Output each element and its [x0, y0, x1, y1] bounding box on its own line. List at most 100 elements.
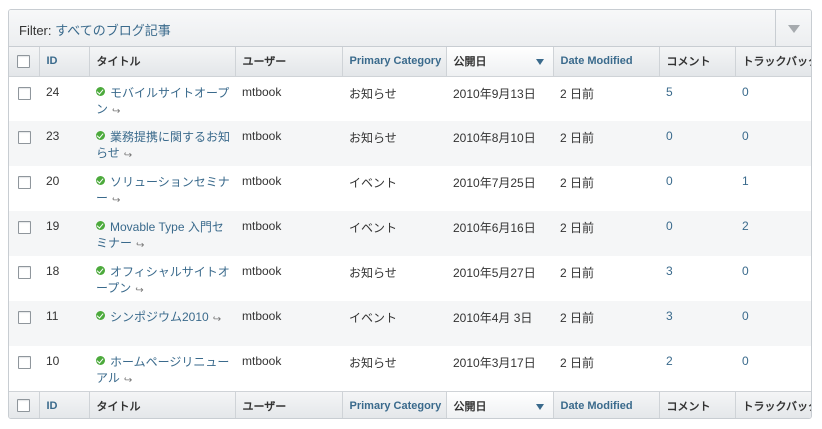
row-select-cell: [9, 121, 39, 166]
entry-comments-link[interactable]: 3: [666, 309, 673, 323]
entry-title-link[interactable]: オフィシャルサイトオープン: [96, 265, 230, 295]
column-header-title[interactable]: タイトル: [89, 47, 236, 77]
row-checkbox[interactable]: [17, 131, 31, 144]
select-all-footer: [9, 390, 40, 418]
column-header-trackbacks[interactable]: トラックバック: [735, 47, 811, 77]
filter-label: Filter: すべてのブログ記事: [19, 20, 171, 39]
entry-comments-link[interactable]: 0: [666, 219, 673, 233]
entry-trackbacks-cell: 2: [735, 211, 811, 256]
chevron-down-icon: [788, 25, 800, 33]
column-header-user[interactable]: ユーザー: [235, 47, 343, 77]
row-checkbox[interactable]: [17, 356, 31, 369]
entry-comments-cell: 0: [659, 211, 735, 256]
published-check-icon: [96, 131, 105, 140]
row-checkbox[interactable]: [17, 311, 31, 324]
entry-trackbacks-link[interactable]: 0: [742, 129, 749, 143]
column-header-published-label: 公開日: [453, 56, 487, 69]
entry-comments-link[interactable]: 0: [666, 129, 673, 143]
view-entry-icon[interactable]: ↪: [112, 106, 120, 117]
row-checkbox[interactable]: [17, 176, 31, 189]
column-header-comments[interactable]: コメント: [659, 47, 736, 77]
row-select-cell: [9, 166, 39, 211]
entry-title-link[interactable]: シンポジウム2010: [110, 310, 209, 324]
footer-header-published[interactable]: 公開日: [446, 390, 554, 418]
entry-id: 18: [46, 264, 60, 278]
filter-value[interactable]: すべてのブログ記事: [55, 23, 171, 38]
filter-label-text: Filter:: [19, 23, 52, 38]
entry-trackbacks-link[interactable]: 0: [742, 354, 749, 368]
published-check-icon: [96, 221, 105, 230]
entry-comments-cell: 0: [659, 121, 735, 166]
entry-comments-cell: 5: [659, 76, 735, 121]
entry-category: お知らせ: [349, 86, 397, 101]
column-header-published[interactable]: 公開日: [446, 47, 554, 77]
entry-title-cell: オフィシャルサイトオープン ↪: [89, 256, 235, 301]
view-entry-icon[interactable]: ↪: [112, 195, 120, 206]
entry-title-cell: Movable Type 入門セミナー ↪: [89, 211, 235, 256]
view-entry-icon[interactable]: ↪: [124, 375, 132, 386]
row-checkbox[interactable]: [17, 86, 31, 100]
entry-comments-link[interactable]: 0: [666, 174, 673, 188]
entry-title-link[interactable]: 業務提携に関するお知らせ: [96, 130, 230, 160]
entry-published-date: 2010年4月 3日: [446, 301, 553, 346]
entry-id: 23: [39, 121, 89, 166]
column-header-id[interactable]: ID: [39, 47, 90, 77]
entry-published-date: 2010年7月25日: [453, 176, 536, 190]
entry-published-date: 2010年6月16日: [446, 211, 553, 256]
footer-header-trackbacks[interactable]: トラックバック: [735, 390, 811, 418]
filter-toggle-button[interactable]: [775, 10, 811, 46]
row-select-cell: [9, 76, 39, 121]
entry-title-link[interactable]: Movable Type 入門セミナー: [96, 220, 224, 250]
select-all-checkbox[interactable]: [17, 54, 31, 68]
entry-id: 24: [46, 84, 60, 99]
view-entry-icon[interactable]: ↪: [124, 150, 132, 161]
entry-table: ID タイトル ユーザー Primary Category 公開日 Date M…: [9, 47, 811, 418]
select-all-checkbox-footer[interactable]: [17, 399, 31, 413]
view-entry-icon[interactable]: ↪: [136, 240, 144, 251]
entry-published-date: 2010年3月17日: [453, 356, 536, 370]
entry-comments-cell: 2: [659, 346, 735, 391]
footer-header-title[interactable]: タイトル: [89, 390, 236, 418]
entry-trackbacks-link[interactable]: 0: [742, 264, 749, 278]
column-header-primary-category[interactable]: Primary Category: [342, 47, 447, 77]
entry-title-cell: 業務提携に関するお知らせ ↪: [89, 121, 235, 166]
entry-trackbacks-link[interactable]: 0: [742, 85, 749, 99]
footer-header-id[interactable]: ID: [39, 390, 90, 418]
entry-trackbacks-link[interactable]: 1: [742, 174, 749, 188]
entry-user: mtbook: [242, 174, 282, 188]
entry-trackbacks-link[interactable]: 0: [742, 309, 749, 323]
entry-modified-date: 2 日前: [560, 356, 595, 370]
row-checkbox[interactable]: [17, 221, 31, 234]
entry-title-link[interactable]: ホームページリニューアル: [96, 355, 229, 385]
entry-trackbacks-cell: 0: [735, 301, 811, 346]
entry-comments-link[interactable]: 3: [666, 264, 673, 278]
view-entry-icon[interactable]: ↪: [135, 285, 143, 296]
footer-header-primary-category[interactable]: Primary Category: [342, 390, 447, 418]
published-check-icon: [96, 266, 105, 275]
entry-modified-date: 2 日前: [560, 176, 595, 190]
entry-user: mtbook: [235, 121, 342, 166]
entry-category: お知らせ: [349, 356, 397, 370]
entry-comments-link[interactable]: 5: [666, 85, 673, 99]
footer-header-user[interactable]: ユーザー: [235, 390, 343, 418]
row-select-cell: [9, 211, 39, 256]
column-header-date-modified[interactable]: Date Modified: [553, 47, 660, 77]
entry-trackbacks-cell: 0: [735, 121, 811, 166]
entry-category: イベント: [342, 301, 446, 346]
footer-header-comments[interactable]: コメント: [659, 390, 736, 418]
entry-modified-date: 2 日前: [553, 211, 659, 256]
row-select-cell: [9, 301, 39, 346]
entry-id: 20: [46, 174, 60, 188]
footer-header-published-label: 公開日: [453, 400, 487, 413]
view-entry-icon[interactable]: ↪: [213, 314, 221, 325]
row-checkbox[interactable]: [17, 266, 31, 279]
entry-trackbacks-link[interactable]: 2: [742, 219, 749, 233]
row-select-cell: [9, 256, 39, 301]
table-row: 20 ソリューションセミナー ↪ mtbook イベント 2010年7月25日 2 日前 0 1: [9, 166, 811, 211]
table-footer: ID タイトル ユーザー Primary Category 公開日 Date M…: [9, 390, 811, 418]
entry-comments-link[interactable]: 2: [666, 354, 673, 368]
table-row: 11 シンポジウム2010 ↪ mtbook イベント 2010年4月 3日 2 日前 3 0: [9, 301, 811, 346]
footer-header-date-modified[interactable]: Date Modified: [553, 390, 660, 418]
entry-trackbacks-cell: 0: [735, 346, 811, 391]
table-row: 10 ホームページリニューアル ↪ mtbook お知らせ 2010年3月17日 2 日前 2…: [9, 346, 811, 391]
